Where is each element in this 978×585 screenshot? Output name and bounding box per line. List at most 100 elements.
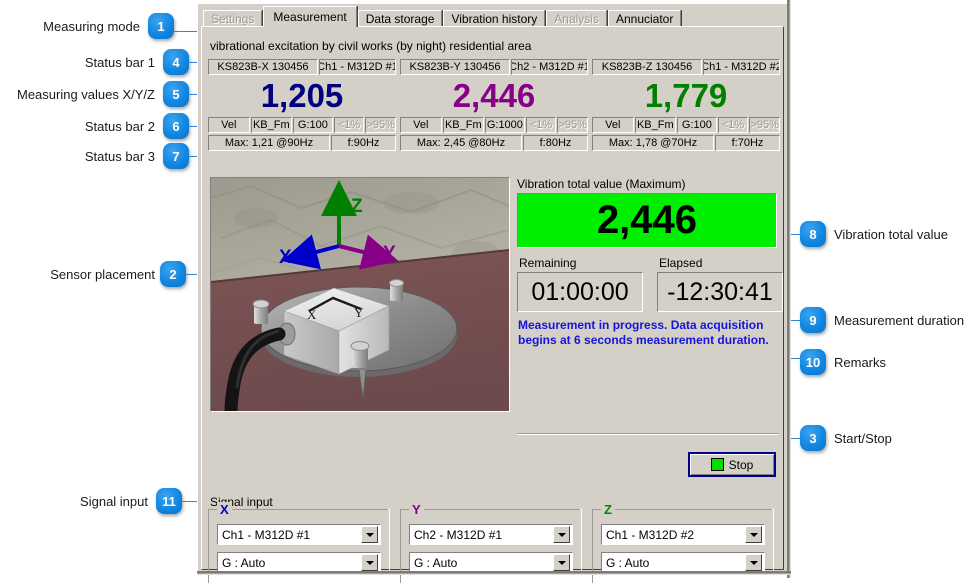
annotation-badge-5: 5 (163, 81, 189, 107)
status-bar-1-y: KS823B-Y 130456 Ch2 - M312D #1 (400, 59, 588, 75)
measurement-tab-page: vibrational excitation by civil works (b… (201, 26, 784, 570)
annotation-label-measurement-duration: Measurement duration (834, 314, 964, 327)
signal-gain-value-y: G : Auto (410, 556, 553, 570)
annotation-label-status-bar-2: Status bar 2 (0, 120, 155, 133)
remarks-text: Measurement in progress. Data acquisitio… (518, 318, 780, 348)
status-max-z: Max: 1,78 @70Hz (592, 135, 714, 151)
panel-divider (517, 433, 779, 435)
status-bar-1-z: KS823B-Z 130456 Ch1 - M312D #2 (592, 59, 780, 75)
tab-annuciator[interactable]: Annuciator (608, 10, 681, 27)
status-overrange-x: >95% (365, 117, 396, 133)
chevron-down-icon[interactable] (745, 554, 762, 571)
chevron-down-icon[interactable] (553, 526, 570, 543)
tab-analysis-label: Analysis (554, 12, 599, 26)
stop-button-label: Stop (729, 458, 754, 472)
tab-analysis[interactable]: Analysis (546, 10, 607, 27)
tab-annuciator-label: Annuciator (616, 12, 673, 26)
signal-gain-value-z: G : Auto (602, 556, 745, 570)
measuring-value-y: 2,446 (400, 76, 588, 115)
annotation-badge-4: 4 (163, 49, 189, 75)
status-gain-x: G:100 (293, 117, 333, 133)
status-gain-y: G:1000 (485, 117, 525, 133)
annotation-badge-10: 10 (800, 349, 826, 375)
status-bar-3-y: Max: 2,45 @80Hz f:80Hz (400, 135, 588, 151)
status-freq-x: f:90Hz (331, 135, 396, 151)
sensor-id-y: KS823B-Y 130456 (400, 59, 510, 75)
status-unit-x: Vel (208, 117, 250, 133)
channel-column-x: KS823B-X 130456 Ch1 - M312D #1 1,205 Vel… (208, 59, 396, 151)
chevron-down-icon[interactable] (553, 554, 570, 571)
status-filter-y: KB_Fm (443, 117, 485, 133)
status-freq-y: f:80Hz (523, 135, 588, 151)
signal-group-title-z: Z (601, 502, 615, 517)
status-bar-2-z: Vel KB_Fm G:100 <1% >95% (592, 117, 780, 133)
channel-id-x: Ch1 - M312D #1 (319, 59, 396, 75)
vibration-total-value-display: 2,446 (517, 193, 777, 248)
chevron-down-icon[interactable] (361, 526, 378, 543)
annotation-label-measuring-values: Measuring values X/Y/Z (0, 88, 155, 101)
signal-gain-select-y[interactable]: G : Auto (409, 552, 573, 573)
sensor-id-z: KS823B-Z 130456 (592, 59, 702, 75)
tab-measurement-label: Measurement (273, 10, 346, 24)
elapsed-time-display: -12:30:41 (657, 272, 783, 312)
signal-channel-select-z[interactable]: Ch1 - M312D #2 (601, 524, 765, 545)
tab-settings-label: Settings (211, 12, 254, 26)
annotation-label-status-bar-1: Status bar 1 (0, 56, 155, 69)
chevron-down-icon[interactable] (361, 554, 378, 571)
tab-vibration-history[interactable]: Vibration history (443, 10, 545, 27)
tab-measurement[interactable]: Measurement (263, 6, 356, 27)
tab-strip: Settings Measurement Data storage Vibrat… (203, 8, 682, 27)
status-bar-3-x: Max: 1,21 @90Hz f:90Hz (208, 135, 396, 151)
sensor-placement-image: X Y Z X (210, 177, 510, 412)
annotation-label-signal-input: Signal input (0, 495, 148, 508)
status-filter-z: KB_Fm (635, 117, 677, 133)
tab-vibration-history-label: Vibration history (451, 12, 537, 26)
tab-data-storage-label: Data storage (366, 12, 435, 26)
annotation-badge-9: 9 (800, 307, 826, 333)
status-filter-x: KB_Fm (251, 117, 293, 133)
annotation-label-remarks: Remarks (834, 356, 886, 369)
signal-gain-value-x: G : Auto (218, 556, 361, 570)
channel-column-z: KS823B-Z 130456 Ch1 - M312D #2 1,779 Vel… (592, 59, 780, 151)
chevron-down-icon[interactable] (745, 526, 762, 543)
status-max-x: Max: 1,21 @90Hz (208, 135, 330, 151)
window-bottom-border (197, 571, 791, 575)
measuring-value-z: 1,779 (592, 76, 780, 115)
status-bar-2-x: Vel KB_Fm G:100 <1% >95% (208, 117, 396, 133)
stop-button[interactable]: Stop (688, 452, 776, 477)
axis-label-y: Y (383, 243, 396, 264)
annotation-label-measuring-mode: Measuring mode (0, 20, 140, 33)
vibration-total-value-caption: Vibration total value (Maximum) (517, 177, 686, 191)
svg-text:Y: Y (354, 305, 364, 320)
annotation-label-sensor-placement: Sensor placement (0, 268, 155, 281)
annotation-badge-3: 3 (800, 425, 826, 451)
status-underrange-z: <1% (718, 117, 749, 133)
measurement-info-panel: Vibration total value (Maximum) 2,446 Re… (517, 177, 779, 417)
signal-channel-value-y: Ch2 - M312D #1 (410, 528, 553, 542)
signal-channel-select-y[interactable]: Ch2 - M312D #1 (409, 524, 573, 545)
tab-data-storage[interactable]: Data storage (358, 10, 443, 27)
signal-channel-value-x: Ch1 - M312D #1 (218, 528, 361, 542)
status-bar-1-x: KS823B-X 130456 Ch1 - M312D #1 (208, 59, 396, 75)
annotation-label-start-stop: Start/Stop (834, 432, 892, 445)
status-underrange-y: <1% (526, 117, 557, 133)
channel-column-y: KS823B-Y 130456 Ch2 - M312D #1 2,446 Vel… (400, 59, 588, 151)
signal-gain-select-x[interactable]: G : Auto (217, 552, 381, 573)
annotation-badge-11: 11 (156, 488, 182, 514)
annotation-badge-2: 2 (160, 261, 186, 287)
channel-id-z: Ch1 - M312D #2 (703, 59, 780, 75)
annotation-label-status-bar-3: Status bar 3 (0, 150, 155, 163)
status-unit-y: Vel (400, 117, 442, 133)
annotation-badge-1: 1 (148, 13, 174, 39)
axis-label-z: Z (351, 196, 363, 217)
tab-settings[interactable]: Settings (203, 10, 262, 27)
status-gain-z: G:100 (677, 117, 717, 133)
measuring-value-x: 1,205 (208, 76, 396, 115)
signal-gain-select-z[interactable]: G : Auto (601, 552, 765, 573)
status-overrange-z: >95% (749, 117, 780, 133)
signal-channel-select-x[interactable]: Ch1 - M312D #1 (217, 524, 381, 545)
annotation-label-vibration-total-value: Vibration total value (834, 228, 948, 241)
channel-id-y: Ch2 - M312D #1 (511, 59, 588, 75)
status-freq-z: f:70Hz (715, 135, 780, 151)
annotation-badge-7: 7 (163, 143, 189, 169)
